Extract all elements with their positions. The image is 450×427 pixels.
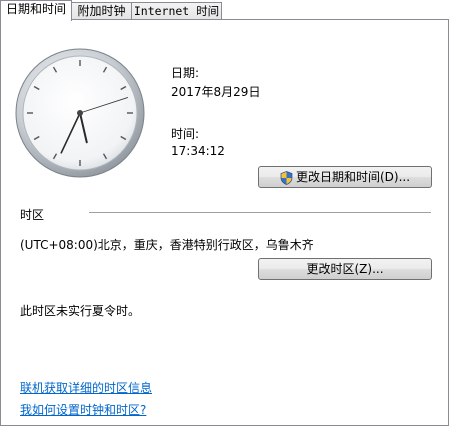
dst-note: 此时区未实行夏令时。	[20, 304, 141, 318]
tab-date-and-time[interactable]: 日期和时间	[0, 0, 72, 21]
uac-shield-icon	[280, 170, 293, 185]
tab-additional-clocks[interactable]: 附加时钟	[71, 2, 132, 19]
date-value: 2017年8月29日	[171, 85, 261, 99]
timezone-section-label: 时区	[20, 208, 45, 222]
tab-strip: 附加时钟 Internet 时间 日期和时间	[0, 0, 450, 21]
change-date-time-label: 更改日期和时间(D)...	[295, 170, 411, 184]
clock-center-cap	[77, 110, 83, 116]
analog-clock	[15, 48, 145, 178]
time-value: 17:34:12	[171, 144, 225, 158]
timezone-value: (UTC+08:00)北京，重庆，香港特别行政区，乌鲁木齐	[20, 238, 314, 252]
tab-internet-time[interactable]: Internet 时间	[131, 2, 222, 19]
change-timezone-button[interactable]: 更改时区(Z)...	[258, 258, 432, 280]
timezone-divider	[89, 212, 431, 213]
change-timezone-label: 更改时区(Z)...	[306, 262, 384, 276]
time-label: 时间:	[171, 127, 200, 141]
date-label: 日期:	[171, 66, 200, 80]
change-date-time-button[interactable]: 更改日期和时间(D)...	[258, 166, 432, 188]
how-to-set-clock-link[interactable]: 我如何设置时钟和时区?	[20, 401, 146, 418]
online-timezone-info-link[interactable]: 联机获取详细的时区信息	[20, 379, 152, 396]
